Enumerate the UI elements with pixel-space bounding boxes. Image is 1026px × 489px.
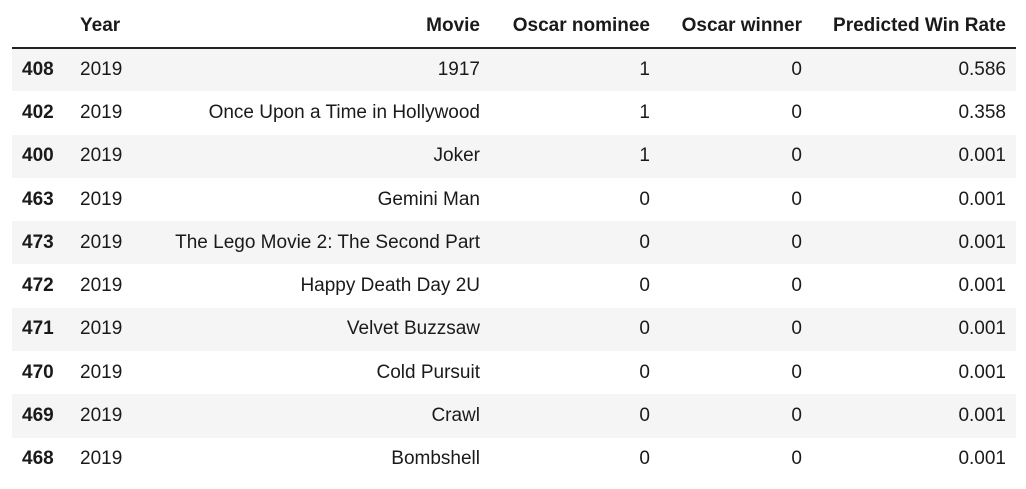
dataframe-table: Year Movie Oscar nominee Oscar winner Pr… (12, 4, 1016, 481)
table-row: 472 2019 Happy Death Day 2U 0 0 0.001 (12, 264, 1016, 308)
cell-movie: 1917 (437, 59, 480, 81)
header-row: Year Movie Oscar nominee Oscar winner Pr… (12, 4, 1016, 49)
cell-oscar-winner: 0 (791, 405, 802, 427)
cell-predicted-win-rate: 0.001 (958, 231, 1006, 253)
table-header: Year Movie Oscar nominee Oscar winner Pr… (12, 4, 1016, 49)
cell-year: 2019 (80, 318, 123, 340)
row-index: 471 (22, 318, 54, 340)
cell-movie: The Lego Movie 2: The Second Part (175, 231, 480, 253)
cell-movie: Velvet Buzzsaw (346, 318, 480, 340)
cell-predicted-win-rate: 0.001 (958, 188, 1006, 210)
cell-year: 2019 (80, 405, 123, 427)
cell-movie: Once Upon a Time in Hollywood (208, 101, 480, 123)
cell-year: 2019 (80, 448, 123, 470)
header-predicted-win-rate: Predicted Win Rate (812, 4, 1016, 49)
cell-predicted-win-rate: 0.001 (958, 405, 1006, 427)
cell-predicted-win-rate: 0.001 (958, 318, 1006, 340)
cell-oscar-nominee: 1 (639, 145, 650, 167)
row-index: 470 (22, 361, 54, 383)
cell-year: 2019 (80, 231, 123, 253)
header-movie: Movie (140, 4, 490, 49)
header-index (12, 4, 70, 49)
cell-movie: Crawl (431, 405, 480, 427)
header-year: Year (70, 4, 140, 49)
table-row: 469 2019 Crawl 0 0 0.001 (12, 394, 1016, 438)
header-oscar-winner: Oscar winner (660, 4, 812, 49)
cell-movie: Gemini Man (377, 188, 480, 210)
cell-oscar-nominee: 1 (639, 101, 650, 123)
cell-year: 2019 (80, 59, 123, 81)
row-index: 408 (22, 59, 54, 81)
row-index: 400 (22, 145, 54, 167)
cell-predicted-win-rate: 0.001 (958, 361, 1006, 383)
table-row: 471 2019 Velvet Buzzsaw 0 0 0.001 (12, 307, 1016, 352)
row-index: 463 (22, 188, 54, 210)
table-row: 402 2019 Once Upon a Time in Hollywood 1 0 0.… (12, 91, 1016, 135)
cell-oscar-winner: 0 (791, 188, 802, 210)
cell-oscar-nominee: 0 (639, 318, 650, 340)
cell-predicted-win-rate: 0.001 (958, 275, 1006, 297)
row-index: 402 (22, 101, 54, 123)
table-row: 468 2019 Bombshell 0 0 0.001 (12, 437, 1016, 481)
row-index: 473 (22, 231, 54, 253)
row-index: 468 (22, 448, 54, 470)
cell-oscar-nominee: 0 (639, 275, 650, 297)
cell-movie: Happy Death Day 2U (300, 275, 480, 297)
cell-year: 2019 (80, 361, 123, 383)
cell-predicted-win-rate: 0.001 (958, 448, 1006, 470)
table-row: 473 2019 The Lego Movie 2: The Second Part… (12, 221, 1016, 265)
cell-movie: Cold Pursuit (376, 361, 481, 383)
cell-year: 2019 (80, 101, 123, 123)
cell-oscar-nominee: 0 (639, 188, 650, 210)
header-oscar-nominee: Oscar nominee (490, 4, 660, 49)
cell-predicted-win-rate: 0.001 (958, 145, 1006, 167)
cell-predicted-win-rate: 0.358 (958, 101, 1006, 123)
cell-oscar-winner: 0 (791, 448, 802, 470)
cell-oscar-winner: 0 (791, 59, 802, 81)
cell-oscar-nominee: 0 (639, 361, 650, 383)
table-row: 470 2019 Cold Pursuit 0 0 0.001 (12, 351, 1016, 395)
cell-movie: Bombshell (391, 448, 480, 470)
cell-oscar-winner: 0 (791, 275, 802, 297)
cell-predicted-win-rate: 0.586 (958, 59, 1006, 81)
row-index: 469 (22, 405, 54, 427)
cell-year: 2019 (80, 188, 123, 210)
cell-oscar-nominee: 0 (639, 448, 650, 470)
cell-oscar-nominee: 0 (639, 231, 650, 253)
cell-oscar-winner: 0 (791, 361, 802, 383)
cell-movie: Joker (433, 145, 480, 167)
table-row: 400 2019 Joker 1 0 0.001 (12, 134, 1016, 178)
cell-oscar-winner: 0 (791, 101, 802, 123)
table-row: 408 2019 1917 1 0 0.586 (12, 48, 1016, 92)
table-body: 408 2019 1917 1 0 0.586 402 2019 Once Upon a Tim… (12, 48, 1016, 481)
dataframe-output: Year Movie Oscar nominee Oscar winner Pr… (12, 4, 1016, 481)
cell-year: 2019 (80, 145, 123, 167)
cell-oscar-winner: 0 (791, 231, 802, 253)
row-index: 472 (22, 275, 54, 297)
cell-oscar-nominee: 1 (639, 59, 650, 81)
table-row: 463 2019 Gemini Man 0 0 0.001 (12, 177, 1016, 222)
cell-oscar-winner: 0 (791, 318, 802, 340)
cell-oscar-nominee: 0 (639, 405, 650, 427)
cell-year: 2019 (80, 275, 123, 297)
cell-oscar-winner: 0 (791, 145, 802, 167)
